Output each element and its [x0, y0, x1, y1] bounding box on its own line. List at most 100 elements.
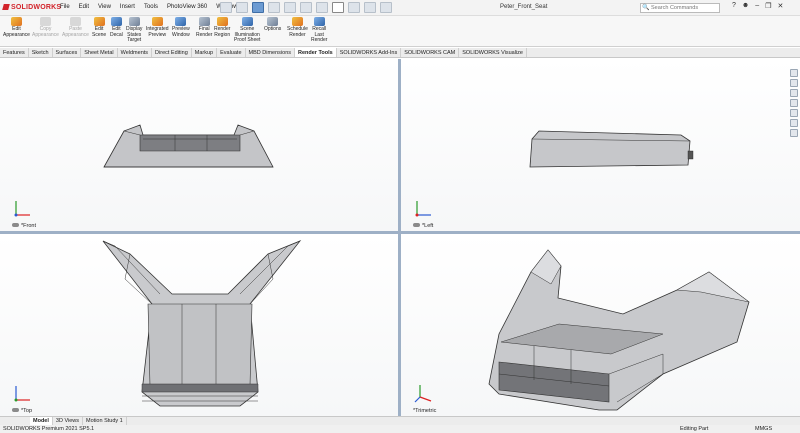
preview-window-icon	[175, 17, 187, 26]
tab-features[interactable]: Features	[0, 48, 29, 57]
tab-mbd-dimensions[interactable]: MBD Dimensions	[246, 48, 295, 57]
viewport-label: *Top	[12, 408, 32, 414]
tab-surfaces[interactable]: Surfaces	[53, 48, 82, 57]
help-icon[interactable]: ?	[732, 2, 736, 10]
ribbon-button-integrated-preview[interactable]: Integrated Preview	[146, 17, 169, 38]
tab-3d-views[interactable]: 3D Views	[53, 417, 84, 425]
options-icon	[267, 17, 279, 26]
tab-render-tools[interactable]: Render Tools	[295, 48, 337, 57]
scene-icon	[93, 17, 105, 26]
viewport-front[interactable]: *Front	[0, 59, 398, 231]
tab-sheet-metal[interactable]: Sheet Metal	[81, 48, 118, 57]
tab-solidworks-add-ins[interactable]: SOLIDWORKS Add-Ins	[337, 48, 402, 57]
ribbon-button-label: Paste Appearance	[62, 26, 89, 38]
tab-evaluate[interactable]: Evaluate	[217, 48, 246, 57]
print-icon[interactable]	[284, 2, 296, 13]
title-bar: SOLIDWORKS File Edit View Insert Tools P…	[0, 0, 800, 16]
solidworks-logo[interactable]: SOLIDWORKS	[2, 4, 61, 11]
menu-bar: File Edit View Insert Tools PhotoView 36…	[60, 4, 238, 10]
options-gear-icon[interactable]	[380, 2, 392, 13]
tab-weldments[interactable]: Weldments	[118, 48, 153, 57]
ribbon-button-decal[interactable]: Edit Decal	[110, 17, 123, 38]
menu-view[interactable]: View	[98, 4, 111, 10]
ribbon-button-copy-appearance[interactable]: Copy Appearance	[32, 17, 59, 38]
tab-model[interactable]: Model	[30, 417, 53, 425]
ribbon-button-label: Preview Window	[172, 26, 190, 38]
resources-tab-icon[interactable]	[790, 79, 798, 87]
user-icon[interactable]: ☻	[742, 2, 749, 10]
ribbon-button-options[interactable]: Options	[264, 17, 281, 33]
view-icon	[12, 223, 19, 227]
ribbon-button-label: Schedule Render	[287, 26, 308, 38]
part-left-view	[529, 130, 694, 168]
ribbon-button-appearance[interactable]: Edit Appearance	[3, 17, 30, 38]
graphics-area[interactable]: *Front *Left *Top *Trimetric	[0, 59, 800, 416]
rebuild-icon[interactable]	[348, 2, 360, 13]
redo-icon[interactable]	[316, 2, 328, 13]
menu-tools[interactable]: Tools	[144, 4, 158, 10]
ribbon-button-display-states[interactable]: Display States Target	[126, 17, 142, 44]
ribbon-button-illumination[interactable]: Scene Illumination Proof Sheet	[234, 17, 260, 44]
search-commands-input[interactable]: Search Commands	[640, 3, 720, 13]
vertical-viewport-splitter[interactable]	[398, 59, 401, 416]
menu-file[interactable]: File	[60, 4, 70, 10]
restore-icon[interactable]: ❐	[765, 2, 771, 10]
tab-solidworks-visualize[interactable]: SOLIDWORKS Visualize	[459, 48, 527, 57]
units-selector[interactable]: MMGS	[755, 425, 772, 433]
ribbon-button-scene[interactable]: Edit Scene	[92, 17, 106, 38]
ribbon-button-recall-render[interactable]: Recall Last Render	[311, 17, 327, 44]
viewport-left[interactable]: *Left	[401, 59, 800, 231]
new-document-icon[interactable]	[236, 2, 248, 13]
undo-icon[interactable]	[300, 2, 312, 13]
integrated-preview-icon	[151, 17, 163, 26]
home-tab-icon[interactable]	[790, 69, 798, 77]
menu-edit[interactable]: Edit	[79, 4, 89, 10]
file-properties-icon[interactable]	[364, 2, 376, 13]
ribbon-button-render-region[interactable]: Render Region	[214, 17, 230, 38]
edit-mode-status: Editing Part	[680, 426, 709, 432]
close-icon[interactable]: ✕	[777, 2, 783, 10]
ribbon-button-label: Options	[264, 26, 282, 32]
tab-motion-study-1[interactable]: Motion Study 1	[83, 417, 127, 425]
viewport-label: *Trimetric	[413, 408, 437, 414]
select-icon[interactable]	[332, 2, 344, 13]
ribbon-button-preview-window[interactable]: Preview Window	[172, 17, 190, 38]
schedule-render-icon	[291, 17, 303, 26]
axis-triad-icon	[14, 201, 30, 217]
document-title: Peter_Front_Seat	[500, 4, 548, 10]
copy-appearance-icon	[39, 17, 51, 26]
home-icon[interactable]	[220, 2, 232, 13]
save-icon[interactable]	[268, 2, 280, 13]
ribbon-button-label: Edit Scene	[92, 26, 107, 38]
part-top-view	[102, 240, 302, 407]
view-palette-icon[interactable]	[790, 109, 798, 117]
file-explorer-icon[interactable]	[790, 99, 798, 107]
design-library-icon[interactable]	[790, 89, 798, 97]
ribbon-button-paste-appearance[interactable]: Paste Appearance	[62, 17, 89, 38]
command-manager-ribbon: Edit Appearance Copy Appearance Paste Appe…	[0, 16, 800, 47]
axis-triad-icon	[414, 385, 432, 403]
custom-properties-icon[interactable]	[790, 129, 798, 137]
command-manager-tabs: Features Sketch Surfaces Sheet Metal Weldmen…	[0, 48, 800, 58]
menu-insert[interactable]: Insert	[120, 4, 135, 10]
appearances-icon[interactable]	[790, 119, 798, 127]
ribbon-button-schedule-render[interactable]: Schedule Render	[287, 17, 308, 38]
viewport-top[interactable]: *Top	[0, 234, 398, 416]
tab-solidworks-cam[interactable]: SOLIDWORKS CAM	[401, 48, 460, 57]
tab-sketch[interactable]: Sketch	[29, 48, 53, 57]
render-region-icon	[216, 17, 228, 26]
product-version: SOLIDWORKS Premium 2021 SP5.1	[3, 426, 95, 432]
tab-markup[interactable]: Markup	[192, 48, 218, 57]
quick-access-toolbar	[220, 2, 392, 13]
ribbon-button-label: Display States Target	[126, 26, 143, 43]
viewport-label: *Left	[413, 223, 433, 229]
menu-photoview[interactable]: PhotoView 360	[167, 4, 207, 10]
part-trimetric-view	[488, 249, 750, 411]
tab-direct-editing[interactable]: Direct Editing	[152, 48, 192, 57]
recall-render-icon	[313, 17, 325, 26]
viewport-trimetric[interactable]: *Trimetric	[401, 234, 800, 416]
ribbon-button-final-render[interactable]: Final Render	[196, 17, 212, 38]
open-icon[interactable]	[252, 2, 264, 13]
axis-triad-icon	[415, 201, 431, 217]
minimize-icon[interactable]: –	[755, 2, 759, 10]
